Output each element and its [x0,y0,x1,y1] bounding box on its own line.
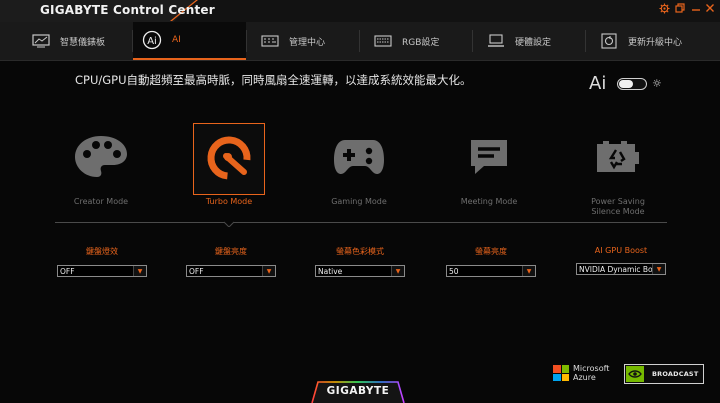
ai-icon: Ai [142,30,162,50]
chevron-down-icon[interactable]: ▼ [652,264,665,274]
ai-toggle-group: Ai ☼ [589,73,662,94]
keyboard-manage-icon [261,34,279,48]
gigabyte-brand-badge: GIGABYTE [308,380,408,403]
chevron-down-icon[interactable]: ▼ [391,266,404,276]
broadcast-text: BROADCAST [652,370,699,378]
screen-color-select[interactable]: Native ▼ [315,265,405,277]
toggle-knob [619,79,633,88]
mode-label: Creator Mode [73,197,129,206]
mode-icon-box [453,123,525,195]
restore-icon[interactable] [673,3,687,17]
keyboard-brightness-select[interactable]: OFF ▼ [186,265,276,277]
gigabyte-logo-text: GIGABYTE [326,385,390,397]
ai-gpu-boost-select[interactable]: NVIDIA Dynamic Bo ▼ [576,263,666,275]
setting-ai-gpu-boost: AI GPU Boost NVIDIA Dynamic Bo ▼ [576,246,666,275]
tab-management[interactable]: 管理中心 [247,22,359,60]
tab-label: 硬體設定 [515,37,552,48]
setting-label: AI GPU Boost [594,246,648,255]
microsoft-azure-logo: Microsoft Azure [553,364,609,382]
setting-screen-brightness: 螢幕亮度 50 ▼ [446,246,536,277]
mode-label: Power Saving Silence Mode [591,197,645,216]
setting-label: 螢幕色彩模式 [336,247,384,256]
battery-recycle-icon [595,140,641,178]
setting-keyboard-brightness: 鍵盤亮度 OFF ▼ [186,246,276,277]
title-bar: GIGABYTE Control Center [0,0,720,23]
microsoft-text: Microsoft [573,364,610,373]
setting-label: 鍵盤亮度 [215,247,247,256]
keyboard-rgb-icon [374,34,392,48]
svg-text:Ai: Ai [147,36,157,47]
select-value: OFF [189,266,204,276]
mode-gaming[interactable]: Gaming Mode [289,123,429,207]
mode-divider [55,222,667,223]
tab-label: 智慧儀錶板 [60,37,106,48]
tab-hardware[interactable]: 硬體設定 [473,22,585,60]
mode-meeting[interactable]: Meeting Mode [419,123,559,207]
mode-label: Gaming Mode [331,197,387,206]
app-title: GIGABYTE Control Center [40,3,215,17]
settings-icon[interactable] [657,3,671,17]
dashboard-icon [32,34,50,48]
mode-icon-box [323,123,395,195]
mode-description: CPU/GPU自動超頻至最高時脈，同時風扇全速運轉，以達成系統效能最大化。 [75,73,472,87]
setting-keyboard-effect: 鍵盤燈效 OFF ▼ [57,246,147,277]
nav-bar: 智慧儀錶板 Ai AI 管理中心 RGB設定 硬體設定 更新升級中心 [0,22,720,61]
tab-label: 管理中心 [289,37,326,48]
mode-label: Turbo Mode [205,197,253,206]
microsoft-azure-text: Microsoft Azure [573,364,609,382]
mode-icon-box [65,123,137,195]
screen-brightness-select[interactable]: 50 ▼ [446,265,536,277]
nvidia-broadcast-logo: BROADCAST [624,364,704,384]
select-value: Native [318,266,343,276]
select-value: NVIDIA Dynamic Bo [579,264,652,274]
gamepad-icon [333,138,385,180]
chevron-down-icon[interactable]: ▼ [133,266,146,276]
mode-icon-box [582,123,654,195]
ai-toggle-switch[interactable] [617,77,647,90]
chat-icon [468,138,510,180]
tab-label: AI [172,35,181,45]
update-icon [600,33,618,49]
ai-logo: Ai [589,73,607,94]
tab-label: RGB設定 [402,37,440,48]
speedometer-icon [204,132,254,186]
sun-icon[interactable]: ☼ [652,77,662,90]
chevron-down-icon[interactable]: ▼ [262,266,275,276]
control-center-window: GIGABYTE Control Center 智慧儀錶板 Ai AI 管理中心… [0,0,720,403]
tab-dashboard[interactable]: 智慧儀錶板 [18,22,130,60]
palette-icon [73,134,129,184]
setting-screen-color: 螢幕色彩模式 Native ▼ [315,246,405,277]
mode-turbo[interactable]: Turbo Mode [159,123,299,207]
laptop-icon [487,34,505,48]
close-icon[interactable] [703,3,717,17]
keyboard-effect-select[interactable]: OFF ▼ [57,265,147,277]
tab-rgb[interactable]: RGB設定 [360,22,472,60]
tab-ai[interactable]: Ai AI [133,22,246,60]
setting-label: 鍵盤燈效 [86,247,118,256]
nvidia-icon [626,366,644,382]
chevron-down-icon[interactable]: ▼ [522,266,535,276]
select-value: OFF [60,266,75,276]
mode-label: Meeting Mode [460,197,518,206]
select-value: 50 [449,266,459,276]
tab-label: 更新升級中心 [628,37,683,48]
active-mode-indicator [224,221,234,227]
mode-creator[interactable]: Creator Mode [31,123,171,207]
mode-icon-box [193,123,265,195]
minimize-icon[interactable] [689,3,703,17]
setting-label: 螢幕亮度 [475,247,507,256]
azure-text: Azure [573,373,596,382]
mode-power-saving[interactable]: Power Saving Silence Mode [548,123,688,217]
tab-update[interactable]: 更新升級中心 [586,22,706,60]
microsoft-icon [553,365,569,381]
